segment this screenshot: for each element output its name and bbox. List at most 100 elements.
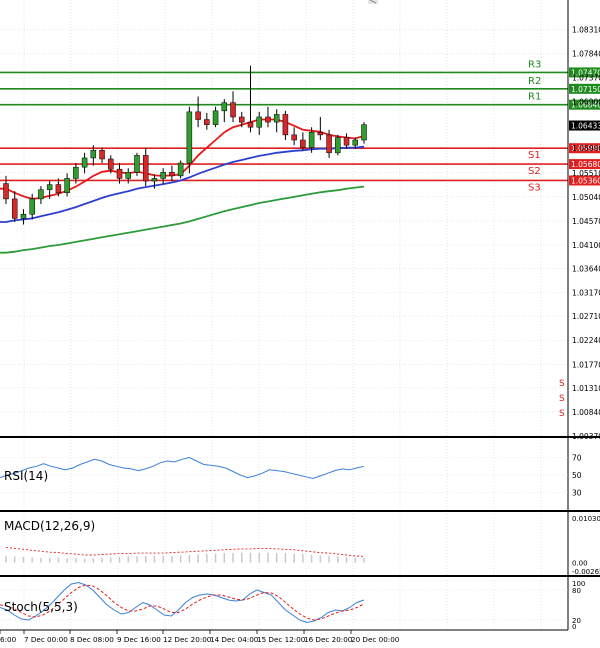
candle-body [212, 110, 219, 125]
macd-title: MACD(12,26,9) [4, 519, 95, 533]
rsi-tick-label: 30 [572, 489, 582, 498]
price-tick-label: 1.01770 [572, 360, 600, 369]
price-tick-label: 1.02710 [572, 312, 600, 321]
candle-body [204, 119, 210, 125]
candle-body [90, 150, 97, 159]
price-tick-label: 1.07840 [572, 49, 600, 58]
candle-body [291, 134, 297, 141]
macd-panel: 0.010307 0.00-0.00265 MACD(12,26,9) [4, 514, 600, 576]
candle-body [99, 150, 105, 160]
candle-body [73, 166, 79, 179]
stoch-axis: 10080200 [572, 580, 585, 631]
rsi-axis: 70 50 30 [572, 454, 582, 498]
price-tick-label: 1.06900 [572, 98, 600, 107]
price-tick-label: 1.02240 [572, 336, 600, 345]
macd-tick-label: 0.010307 [572, 515, 600, 523]
candle-body [160, 172, 166, 179]
stoch-grid [0, 580, 568, 630]
candle-body [142, 155, 149, 182]
macd-tick-label: 0.00 [572, 560, 588, 568]
price-tag: 1.06433 [571, 122, 600, 131]
candle-body [308, 132, 315, 148]
candle-body [326, 134, 332, 154]
right-mark-s: S [559, 379, 565, 389]
right-edge-marks: SSS [559, 379, 565, 419]
stoch-tick-label: 0 [572, 623, 576, 631]
level-label-r3: R3 [528, 59, 541, 70]
level-label-s3: S3 [528, 182, 541, 193]
macd-tick-label: -0.00265 [572, 568, 600, 576]
macd-grid [23, 514, 542, 575]
rsi-tick-label: 50 [572, 471, 582, 480]
macd-axis: 0.010307 0.00-0.00265 [572, 515, 600, 576]
stoch-tick-label: 80 [572, 587, 581, 595]
candle-body [134, 155, 140, 173]
candle-body [335, 137, 341, 154]
candle-body [38, 189, 44, 200]
stoch-panel: 10080200 Stoch(5,5,3) [0, 580, 585, 631]
candle-body [11, 198, 18, 219]
stoch-title: Stoch(5,5,3) [4, 600, 78, 614]
rsi-title: RSI(14) [4, 469, 48, 483]
candle-body [195, 111, 201, 120]
price-tick-label: 1.07370 [572, 74, 600, 83]
candle-body [29, 198, 35, 215]
rsi-series [0, 456, 365, 480]
candle-body [3, 183, 9, 200]
candle-body [169, 172, 175, 177]
level-label-s1: S1 [528, 150, 541, 161]
macd-signal-series [5, 547, 365, 557]
candle-body [247, 121, 254, 128]
candle-body [108, 158, 114, 170]
x-tick-label: 12 Dec 20:00 [163, 635, 212, 644]
candle-body [265, 116, 271, 123]
level-tag-s2: 1.05680 [571, 160, 600, 169]
level-label-s2: S2 [528, 166, 541, 177]
candle-body [221, 102, 228, 112]
x-tick-label: 8 Dec 08:00 [70, 635, 114, 644]
x-tick-label: 14 Dec 04:00 [210, 635, 259, 644]
rsi-tick-label: 70 [572, 454, 582, 463]
time-axis: 6:00 7 Dec 00:00 8 Dec 08:00 9 Dec 16:00 12 … [0, 630, 400, 644]
rsi-panel: 70 50 30 RSI(14) [0, 440, 582, 510]
candle-body [151, 178, 158, 182]
candle-body [352, 139, 359, 146]
candle-body [256, 116, 262, 128]
right-mark-s: S [559, 409, 565, 419]
price-tick-label: 1.03170 [572, 289, 600, 298]
price-tick-label: 1.04100 [572, 241, 600, 250]
candle-body [282, 114, 289, 136]
x-tick-label: 16 Dec 20:00 [304, 635, 353, 644]
level-label-r1: R1 [528, 92, 541, 103]
candle-body [361, 124, 367, 141]
candle-body [20, 214, 27, 219]
price-tick-label: 1.05040 [572, 193, 600, 202]
x-tick-label: 7 Dec 00:00 [24, 635, 68, 644]
candle-body [125, 172, 131, 179]
settings-icon[interactable] [368, 0, 378, 4]
chart-canvas: R31.07470R21.07150R11.06840S11.05990S21.… [0, 0, 600, 644]
candle-body [46, 184, 53, 190]
price-tick-label: 1.05990 [572, 144, 600, 153]
candle-body [55, 184, 62, 194]
rsi-grid [0, 440, 568, 510]
rsi-line [0, 456, 365, 480]
candle-body [273, 114, 280, 123]
level-label-r2: R2 [528, 76, 541, 87]
candle-body [64, 178, 70, 194]
candle-body [300, 139, 306, 148]
candle-body [81, 157, 88, 168]
x-tick-label: 20 Dec 00:00 [351, 635, 400, 644]
x-tick-label: 15 Dec 12:00 [257, 635, 306, 644]
price-tick-label: 1.04570 [572, 217, 600, 226]
candle-body [116, 168, 123, 179]
macd-signal-line [5, 547, 365, 557]
price-tick-label: 1.08310 [572, 25, 600, 34]
level-tag-r2: 1.07150 [571, 85, 600, 94]
candle-body [186, 111, 193, 164]
candle-body [177, 162, 184, 177]
candle-body [230, 102, 236, 118]
price-tick-label: 1.00840 [572, 408, 600, 417]
price-panel: R31.07470R21.07150R11.06840S11.05990S21.… [0, 0, 600, 441]
price-tick-label: 1.05510 [572, 169, 600, 178]
